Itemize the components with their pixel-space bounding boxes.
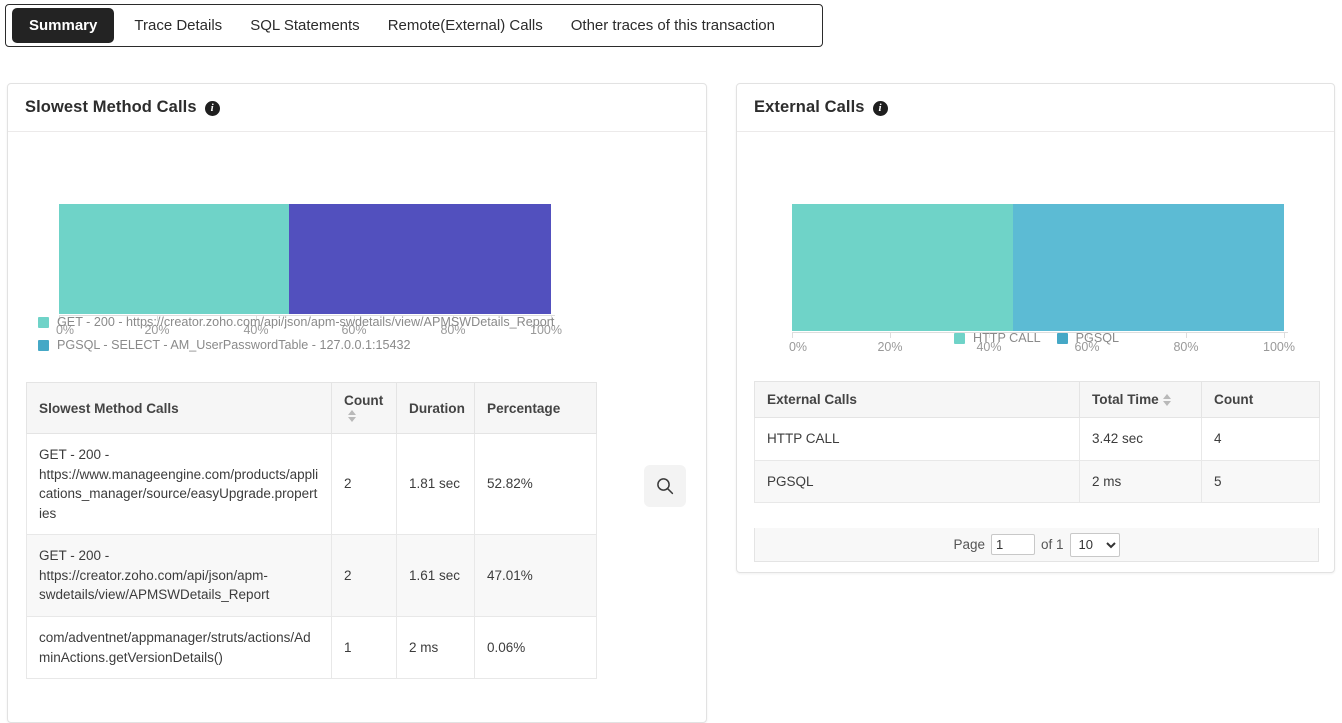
column-header-name[interactable]: External Calls bbox=[755, 382, 1080, 418]
pagination-page-label: Page bbox=[953, 537, 985, 552]
stacked-bar[interactable] bbox=[59, 204, 551, 314]
chart-legend: HTTP CALL PGSQL bbox=[737, 331, 1336, 345]
chart-legend[interactable]: GET - 200 - https://creator.zoho.com/api… bbox=[38, 312, 558, 362]
legend-item[interactable]: PGSQL - SELECT - AM_UserPasswordTable - … bbox=[38, 335, 558, 355]
external-calls-title: External Calls bbox=[754, 98, 865, 117]
cell-count: 5 bbox=[1202, 460, 1320, 503]
tab-summary[interactable]: Summary bbox=[12, 8, 114, 43]
cell-count: 4 bbox=[1202, 418, 1320, 461]
cell-name: GET - 200 - https://www.manageengine.com… bbox=[27, 434, 332, 535]
column-header-name[interactable]: Slowest Method Calls bbox=[27, 383, 332, 434]
search-button[interactable] bbox=[644, 465, 686, 507]
column-header-count[interactable]: Count bbox=[332, 383, 397, 434]
slowest-method-calls-header: Slowest Method Calls i bbox=[8, 84, 706, 132]
info-icon[interactable]: i bbox=[205, 101, 220, 116]
legend-item[interactable]: GET - 200 - https://creator.zoho.com/api… bbox=[38, 312, 558, 332]
external-calls-card: External Calls i 0% 20% 40% 60% 80% 100%… bbox=[736, 83, 1335, 573]
cell-percentage: 0.06% bbox=[475, 616, 597, 678]
legend-swatch-icon bbox=[38, 340, 49, 351]
legend-item[interactable]: PGSQL bbox=[1057, 331, 1119, 345]
slowest-method-calls-card: Slowest Method Calls i 0% 20% 40% 60% 80… bbox=[7, 83, 707, 723]
page-size-select[interactable]: 102550100 bbox=[1070, 533, 1120, 557]
tab-trace-details[interactable]: Trace Details bbox=[120, 9, 236, 42]
external-calls-header: External Calls i bbox=[737, 84, 1334, 132]
legend-swatch-icon bbox=[954, 333, 965, 344]
legend-item-label: PGSQL - SELECT - AM_UserPasswordTable - … bbox=[57, 335, 411, 355]
bar-segment-pgsql[interactable] bbox=[1013, 204, 1284, 331]
pagination-bar: Page of 1 102550100 bbox=[754, 528, 1319, 562]
cell-duration: 2 ms bbox=[397, 616, 475, 678]
legend-item-label: PGSQL bbox=[1076, 331, 1119, 345]
bar-segment-pgsql[interactable] bbox=[289, 204, 551, 314]
column-header-count-label: Count bbox=[344, 393, 383, 408]
bar-segment-get-creator[interactable] bbox=[59, 204, 289, 314]
table-header-row: Slowest Method Calls Count Duration Perc… bbox=[27, 383, 597, 434]
tab-other-traces[interactable]: Other traces of this transaction bbox=[557, 9, 789, 42]
tab-remote-external-calls[interactable]: Remote(External) Calls bbox=[374, 9, 557, 42]
cell-count: 1 bbox=[332, 616, 397, 678]
cell-count: 2 bbox=[332, 535, 397, 617]
legend-item-label: HTTP CALL bbox=[973, 331, 1041, 345]
sort-icon[interactable] bbox=[1163, 394, 1171, 406]
legend-swatch-icon bbox=[38, 317, 49, 328]
column-header-percentage[interactable]: Percentage bbox=[475, 383, 597, 434]
legend-swatch-icon bbox=[1057, 333, 1068, 344]
tab-sql-statements[interactable]: SQL Statements bbox=[236, 9, 374, 42]
table-row[interactable]: GET - 200 - https://creator.zoho.com/api… bbox=[27, 535, 597, 617]
page-title: Slowest Method Calls bbox=[25, 98, 197, 117]
cell-total-time: 2 ms bbox=[1080, 460, 1202, 503]
search-icon bbox=[655, 476, 675, 496]
pagination-page-input[interactable] bbox=[991, 534, 1035, 555]
table-row[interactable]: com/adventnet/appmanager/struts/actions/… bbox=[27, 616, 597, 678]
info-icon[interactable]: i bbox=[873, 101, 888, 116]
cell-percentage: 47.01% bbox=[475, 535, 597, 617]
tab-bar: Summary Trace Details SQL Statements Rem… bbox=[5, 4, 823, 47]
external-calls-table: External Calls Total Time Count HTTP CAL… bbox=[754, 381, 1320, 503]
column-header-duration[interactable]: Duration bbox=[397, 383, 475, 434]
table-row[interactable]: HTTP CALL 3.42 sec 4 bbox=[755, 418, 1320, 461]
column-header-total-time-label: Total Time bbox=[1092, 392, 1159, 407]
cell-total-time: 3.42 sec bbox=[1080, 418, 1202, 461]
cell-duration: 1.61 sec bbox=[397, 535, 475, 617]
slowest-method-calls-table: Slowest Method Calls Count Duration Perc… bbox=[26, 382, 597, 679]
cell-name: PGSQL bbox=[755, 460, 1080, 503]
table-row[interactable]: PGSQL 2 ms 5 bbox=[755, 460, 1320, 503]
sort-icon[interactable] bbox=[348, 410, 356, 422]
column-header-total-time[interactable]: Total Time bbox=[1080, 382, 1202, 418]
cell-name: GET - 200 - https://creator.zoho.com/api… bbox=[27, 535, 332, 617]
cell-duration: 1.81 sec bbox=[397, 434, 475, 535]
cell-name: com/adventnet/appmanager/struts/actions/… bbox=[27, 616, 332, 678]
pagination-of-label: of 1 bbox=[1041, 537, 1064, 552]
legend-item[interactable]: HTTP CALL bbox=[954, 331, 1041, 345]
cell-name: HTTP CALL bbox=[755, 418, 1080, 461]
cell-count: 2 bbox=[332, 434, 397, 535]
legend-item-label: GET - 200 - https://creator.zoho.com/api… bbox=[57, 312, 554, 332]
table-header-row: External Calls Total Time Count bbox=[755, 382, 1320, 418]
table-row[interactable]: GET - 200 - https://www.manageengine.com… bbox=[27, 434, 597, 535]
bar-segment-http-call[interactable] bbox=[792, 204, 1013, 331]
stacked-bar[interactable] bbox=[792, 204, 1284, 331]
column-header-count[interactable]: Count bbox=[1202, 382, 1320, 418]
cell-percentage: 52.82% bbox=[475, 434, 597, 535]
